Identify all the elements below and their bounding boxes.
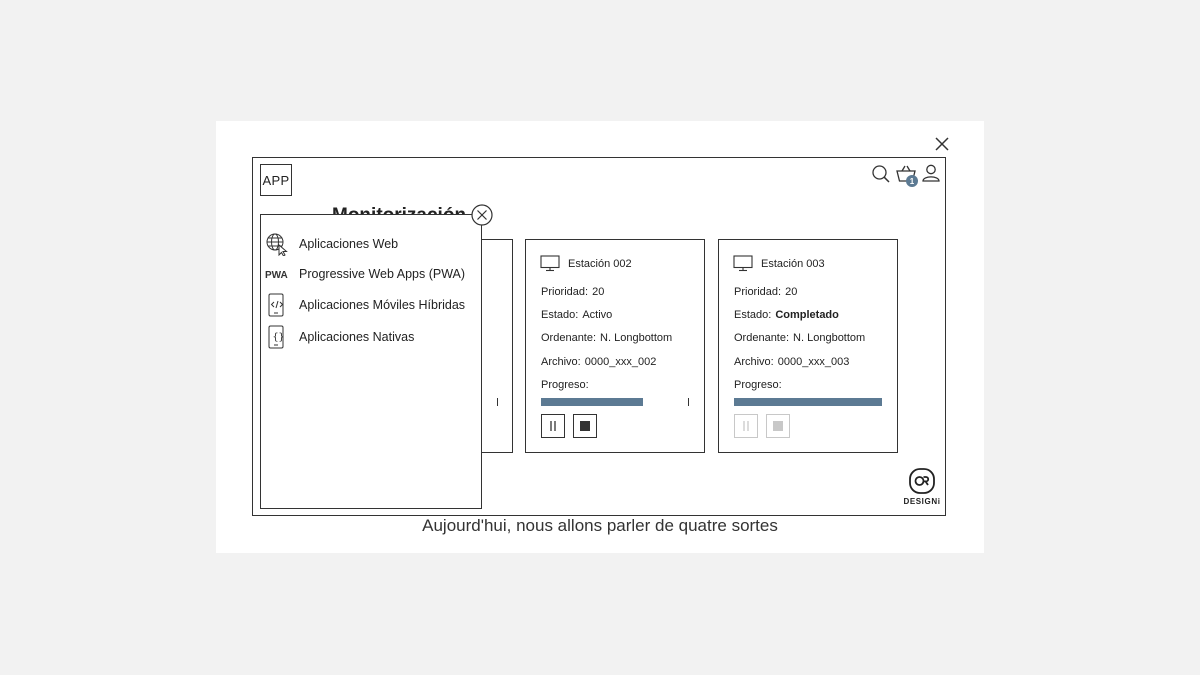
menu-item-label: Progressive Web Apps (PWA) — [299, 267, 466, 281]
monitor-icon — [540, 255, 560, 272]
status-label: Estado: — [541, 309, 579, 321]
file-row: Archivo: 0000_xxx_002 — [541, 356, 656, 368]
stop-icon — [580, 421, 590, 431]
orderer-value: N. Longbottom — [600, 332, 673, 344]
mobile-code-icon — [268, 293, 284, 317]
progress-bar — [541, 398, 689, 406]
close-circle-icon[interactable] — [471, 204, 493, 226]
progress-label: Progreso: — [734, 379, 782, 391]
progress-fill — [541, 398, 644, 406]
brand-logo: DESIGNi — [900, 468, 944, 512]
mobile-braces-icon: {} — [268, 325, 285, 349]
station-title: Estación 002 — [568, 257, 632, 270]
orderer-row: Ordenante: N. Longbottom — [541, 332, 672, 344]
app-logo[interactable]: APP — [260, 164, 292, 196]
app-type-menu: Aplicaciones Web PWA Progressive Web App… — [260, 214, 482, 509]
priority-label: Prioridad: — [541, 286, 589, 298]
priority-label: Prioridad: — [734, 286, 782, 298]
status-value: Activo — [582, 309, 613, 321]
cart-count-badge: 1 — [906, 175, 918, 187]
file-row: Archivo: 0000_xxx_003 — [734, 356, 849, 368]
file-label: Archivo: — [734, 356, 774, 368]
status-row: Estado: Activo — [541, 309, 612, 321]
station-title: Estación 003 — [761, 257, 825, 270]
menu-item-label: Aplicaciones Web — [299, 237, 399, 251]
svg-text:PWA: PWA — [265, 270, 288, 281]
progress-fill — [734, 398, 882, 406]
monitor-icon — [733, 255, 753, 272]
stop-button[interactable] — [573, 414, 597, 438]
progress-label: Progreso: — [541, 379, 589, 391]
station-card-partial — [478, 239, 513, 453]
menu-item-label: Aplicaciones Móviles Híbridas — [299, 298, 466, 312]
progress-end-tick — [688, 398, 689, 406]
menu-item-hybrid-apps[interactable]: Aplicaciones Móviles Híbridas — [265, 293, 465, 317]
globe-cursor-icon — [266, 233, 288, 256]
orderer-value: N. Longbottom — [793, 332, 866, 344]
stop-icon — [773, 421, 783, 431]
status-value: Completado — [775, 309, 839, 321]
pause-button[interactable] — [541, 414, 565, 438]
stop-button[interactable] — [766, 414, 790, 438]
orderer-row: Ordenante: N. Longbottom — [734, 332, 865, 344]
priority-row: Prioridad: 20 — [734, 286, 797, 298]
file-value: 0000_xxx_003 — [777, 356, 850, 368]
pause-icon — [743, 421, 749, 431]
menu-item-web-apps[interactable]: Aplicaciones Web — [265, 232, 398, 256]
menu-item-label: Aplicaciones Nativas — [299, 330, 415, 344]
user-icon[interactable] — [921, 163, 941, 183]
station-card-002: Estación 002 Prioridad: 20 Estado: Activo … — [525, 239, 705, 453]
file-label: Archivo: — [541, 356, 581, 368]
brand-mark-icon — [909, 468, 935, 494]
close-icon[interactable] — [934, 136, 950, 152]
priority-value: 20 — [785, 286, 798, 298]
pause-button[interactable] — [734, 414, 758, 438]
menu-item-pwa[interactable]: PWA Progressive Web Apps (PWA) — [265, 262, 465, 286]
pause-icon — [550, 421, 556, 431]
file-value: 0000_xxx_002 — [584, 356, 657, 368]
menu-item-native-apps[interactable]: {} Aplicaciones Nativas — [265, 325, 414, 349]
search-icon[interactable] — [871, 164, 891, 184]
status-label: Estado: — [734, 309, 772, 321]
caption-subtitle: Aujourd'hui, nous allons parler de quatr… — [422, 516, 778, 535]
priority-row: Prioridad: 20 — [541, 286, 604, 298]
brand-text: DESIGNi — [903, 497, 941, 506]
priority-value: 20 — [592, 286, 605, 298]
orderer-label: Ordenante: — [734, 332, 790, 344]
pwa-logo-icon: PWA — [265, 270, 288, 281]
station-card-003: Estación 003 Prioridad: 20 Estado: Complet… — [718, 239, 898, 453]
status-row: Estado: Completado — [734, 309, 839, 321]
orderer-label: Ordenante: — [541, 332, 597, 344]
progress-bar — [734, 398, 882, 406]
svg-text:{}: {} — [273, 332, 285, 343]
progress-end-tick — [497, 398, 498, 406]
